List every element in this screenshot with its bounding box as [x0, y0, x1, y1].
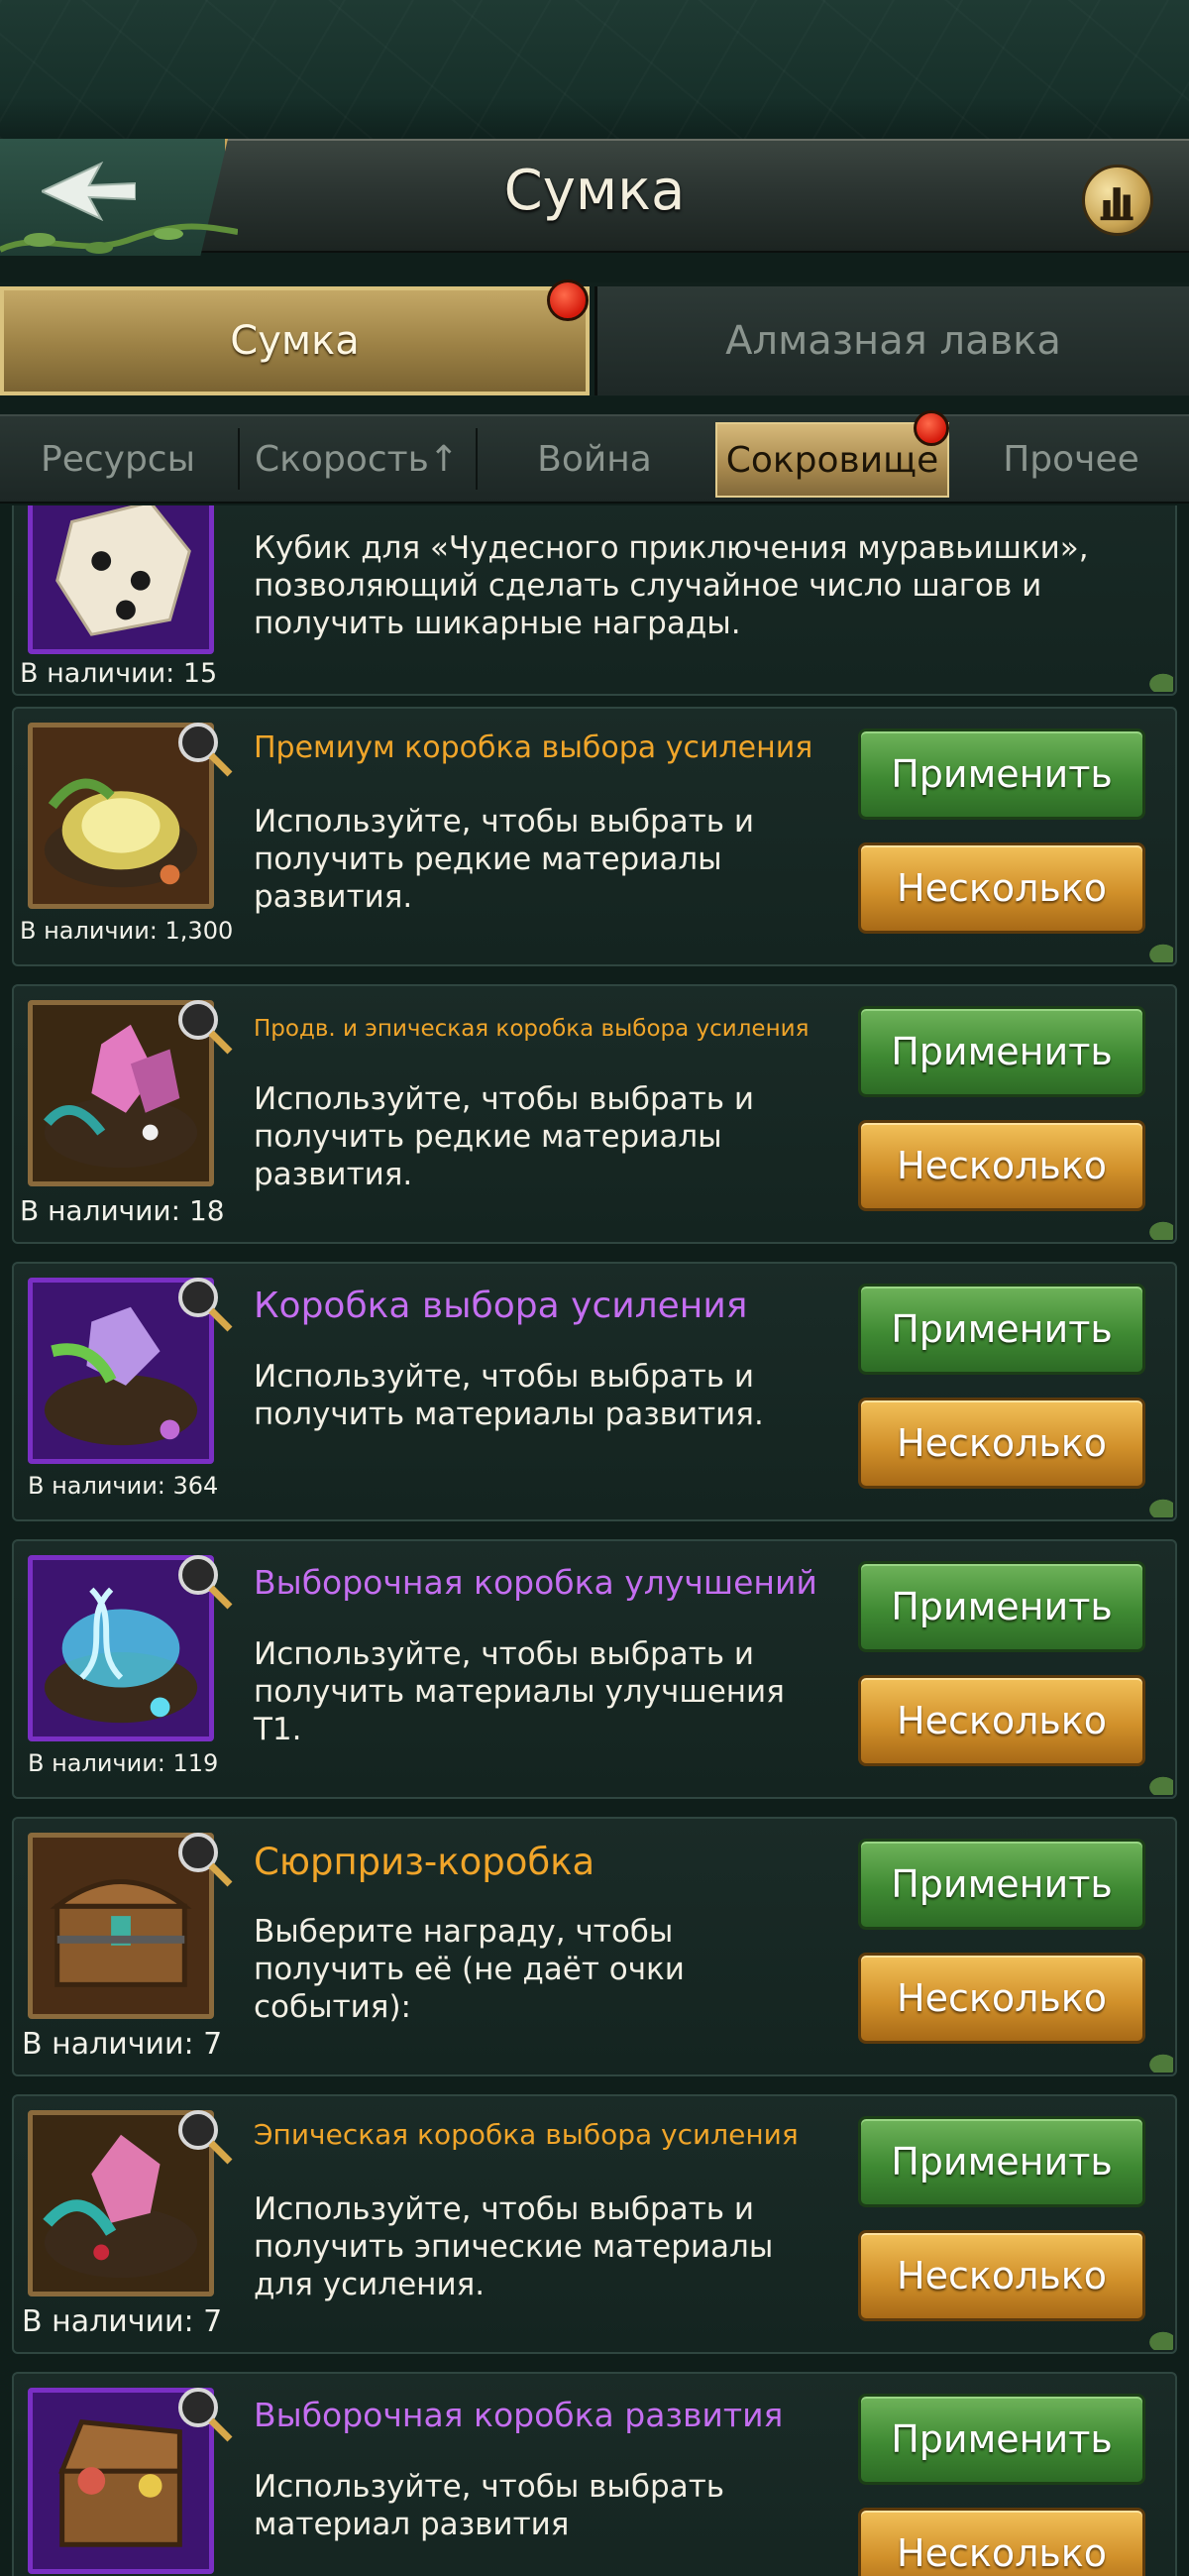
tab-speed-label: Скорость↑ [255, 438, 459, 480]
list-item: В наличии: 18 Продв. и эпическая коробка… [12, 984, 1177, 1244]
multiple-button[interactable]: Несколько [858, 1398, 1145, 1489]
apply-button[interactable]: Применить [858, 2394, 1145, 2485]
list-item: В наличии: 1,300 Премиум коробка выбора … [12, 707, 1177, 966]
item-description: Кубик для «Чудесного приключения муравьи… [254, 530, 1089, 641]
tab-other[interactable]: Прочее [953, 416, 1189, 502]
stats-button[interactable] [1082, 165, 1153, 236]
tab-resources[interactable]: Ресурсы [0, 416, 236, 502]
apply-button[interactable]: Применить [858, 728, 1145, 820]
bar-chart-icon [1100, 187, 1134, 221]
multiple-button[interactable]: Несколько [858, 1675, 1145, 1766]
item-description: Используйте, чтобы выбрать и получить ре… [254, 804, 755, 915]
list-item: В наличии: 119 Выборочная коробка улучше… [12, 1539, 1177, 1799]
magnifier-icon[interactable] [172, 1272, 236, 1335]
tab-diamond-shop[interactable]: Алмазная лавка [594, 286, 1189, 395]
item-description: Выберите награду, чтобы получить её (не … [254, 1914, 685, 2025]
notification-dot [547, 280, 589, 321]
tab-treasure-label: Сокровище [725, 439, 939, 481]
item-stock: В наличии: 119 [28, 1749, 219, 1777]
top-background [0, 0, 1189, 139]
magnifier-icon[interactable] [172, 1549, 236, 1613]
category-tabs: Ресурсы Скорость↑ Война Сокровище Прочее [0, 414, 1189, 504]
item-name: Премиум коробка выбора усиления [254, 730, 813, 765]
magnifier-icon[interactable] [172, 994, 236, 1058]
tab-diamond-shop-label: Алмазная лавка [725, 318, 1061, 364]
page-title: Сумка [503, 159, 686, 223]
tab-resources-label: Ресурсы [40, 438, 196, 480]
item-stock: В наличии: 7 [22, 2027, 223, 2062]
item-stock: В наличии: 18 [20, 1194, 225, 1227]
item-name: Выборочная коробка развития [254, 2396, 784, 2434]
magnifier-icon[interactable] [172, 2104, 236, 2168]
list-item: В наличии: 7 Эпическая коробка выбора ус… [12, 2094, 1177, 2354]
item-name: Эпическая коробка выбора усиления [254, 2118, 799, 2151]
list-item: В наличии: 364 Коробка выбора усиления И… [12, 1262, 1177, 1521]
magnifier-icon[interactable] [172, 1827, 236, 1890]
apply-button[interactable]: Применить [858, 1284, 1145, 1375]
tab-other-label: Прочее [1003, 438, 1139, 480]
tab-speed[interactable]: Скорость↑ [240, 416, 474, 502]
list-item: Выборочная коробка развития Используйте,… [12, 2372, 1177, 2576]
tab-bag-label: Сумка [230, 318, 360, 364]
notification-dot [914, 410, 949, 446]
multiple-button[interactable]: Несколько [858, 842, 1145, 934]
item-name: Продв. и эпическая коробка выбора усилен… [254, 1016, 810, 1042]
item-description: Используйте, чтобы выбрать и получить ре… [254, 1081, 755, 1192]
vine-decoration-icon [0, 223, 238, 254]
item-description: Используйте, чтобы выбрать и получить ма… [254, 1359, 764, 1432]
multiple-button[interactable]: Несколько [858, 1120, 1145, 1211]
item-stock: В наличии: 1,300 [20, 917, 234, 945]
item-name: Сюрприз-коробка [254, 1841, 595, 1883]
list-item: В наличии: 15 Кубик для «Чудесного прикл… [12, 505, 1177, 696]
apply-button[interactable]: Применить [858, 1839, 1145, 1930]
item-stock: В наличии: 15 [20, 658, 218, 689]
tab-war-label: Война [537, 438, 652, 480]
item-description: Используйте, чтобы выбрать и получить эп… [254, 2191, 774, 2302]
list-item: В наличии: 7 Сюрприз-коробка Выберите на… [12, 1817, 1177, 2076]
item-thumbnail[interactable] [28, 505, 214, 654]
item-name: Выборочная коробка улучшений [254, 1563, 817, 1602]
item-list[interactable]: В наличии: 15 Кубик для «Чудесного прикл… [0, 505, 1189, 2576]
multiple-button[interactable]: Несколько [858, 2508, 1145, 2576]
magnifier-icon[interactable] [172, 717, 236, 780]
apply-button[interactable]: Применить [858, 1561, 1145, 1652]
apply-button[interactable]: Применить [858, 2116, 1145, 2207]
item-description: Используйте, чтобы выбрать материал разв… [254, 2469, 725, 2542]
dice-icon [33, 505, 209, 649]
item-name: Коробка выбора усиления [254, 1286, 748, 1326]
tab-bag[interactable]: Сумка [0, 286, 590, 395]
item-stock: В наличии: 7 [22, 2304, 223, 2339]
apply-button[interactable]: Применить [858, 1006, 1145, 1097]
magnifier-icon[interactable] [172, 2382, 236, 2445]
multiple-button[interactable]: Несколько [858, 2230, 1145, 2321]
item-stock: В наличии: 364 [28, 1472, 219, 1500]
item-description: Используйте, чтобы выбрать и получить ма… [254, 1636, 785, 1747]
multiple-button[interactable]: Несколько [858, 1953, 1145, 2044]
tab-war[interactable]: Война [478, 416, 711, 502]
